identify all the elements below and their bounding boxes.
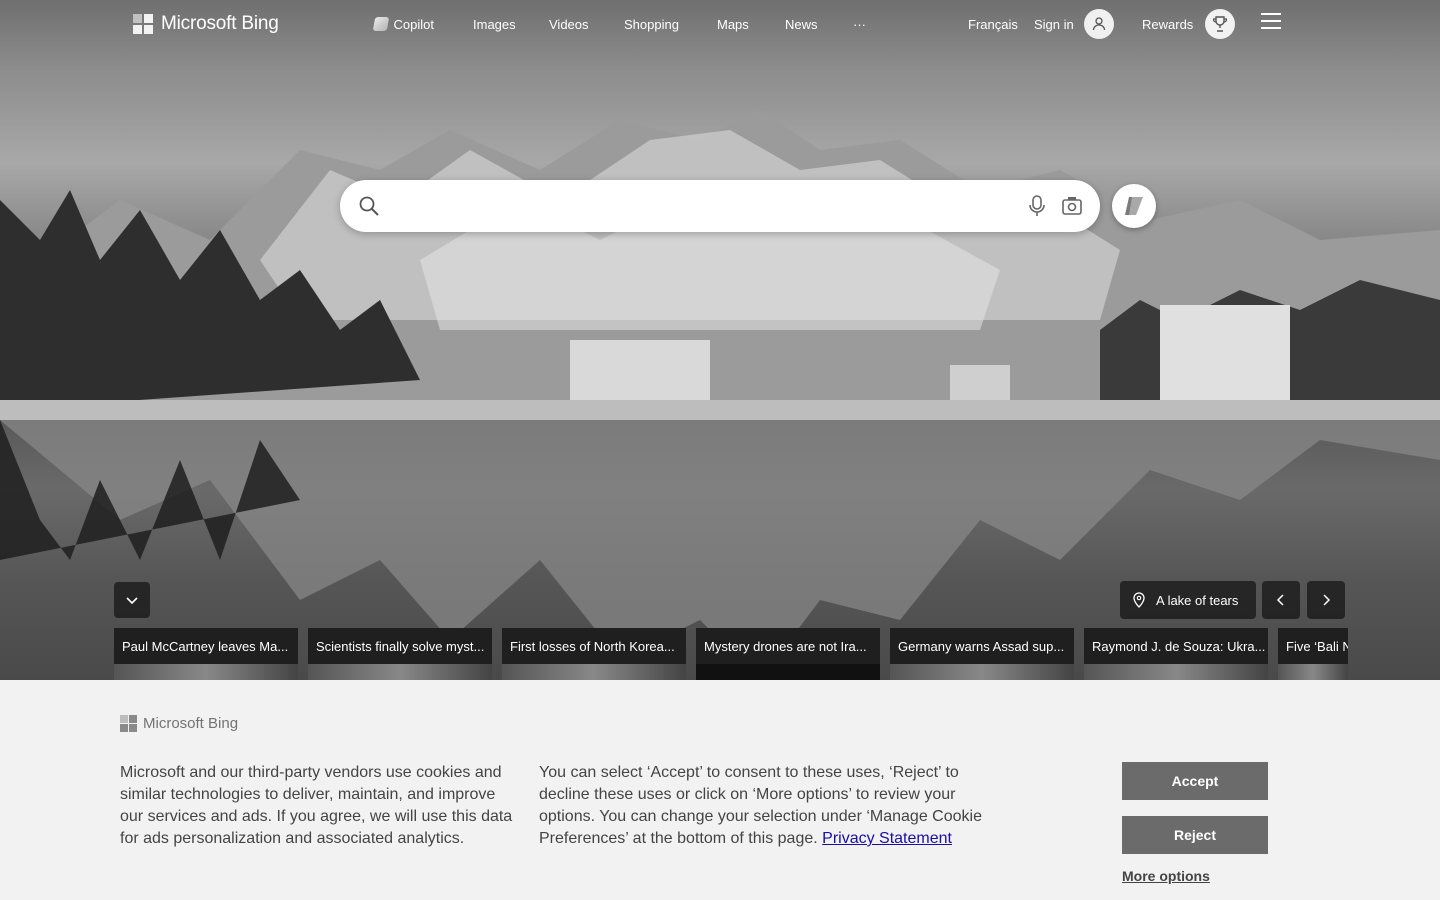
microsoft-logo-icon (133, 14, 153, 34)
news-card-title: Mystery drones are not Ira... (696, 628, 880, 664)
microsoft-logo-icon (120, 715, 137, 732)
news-card[interactable]: Paul McCartney leaves Ma... (114, 628, 298, 680)
news-card[interactable]: Germany warns Assad sup... (890, 628, 1074, 680)
news-card-thumbnail (1084, 664, 1268, 680)
image-location-button[interactable]: A lake of tears (1120, 581, 1256, 619)
news-card-title: First losses of North Korea... (502, 628, 686, 664)
chevron-right-icon (1323, 594, 1331, 606)
image-location-label: A lake of tears (1156, 592, 1239, 608)
news-card-title: Germany warns Assad sup... (890, 628, 1074, 664)
trophy-icon (1205, 9, 1236, 39)
news-card-thumbnail (1278, 664, 1348, 680)
copilot-icon (1125, 197, 1143, 215)
nav-images[interactable]: Images (471, 4, 516, 44)
news-card-title: Paul McCartney leaves Ma... (114, 628, 298, 664)
chevron-down-icon (126, 597, 138, 605)
nav-copilot-label: Copilot (393, 16, 434, 32)
news-card-title: Raymond J. de Souza: Ukra... (1084, 628, 1268, 664)
news-card-title: Five ‘Bali N (1278, 628, 1348, 664)
hamburger-menu-icon[interactable] (1261, 6, 1281, 36)
nav-news-label: News (785, 16, 818, 32)
accept-cookies-button[interactable]: Accept (1122, 762, 1268, 800)
news-card[interactable]: Raymond J. de Souza: Ukra... (1084, 628, 1268, 680)
more-options-link[interactable]: More options (1122, 868, 1210, 884)
copilot-button[interactable] (1112, 184, 1156, 228)
more-dots-icon: ··· (853, 16, 866, 32)
news-card[interactable]: First losses of North Korea... (502, 628, 686, 680)
nav-videos[interactable]: Videos (547, 4, 589, 44)
news-card-thumbnail (114, 664, 298, 680)
search-icon[interactable] (358, 195, 380, 217)
microphone-icon[interactable] (1026, 194, 1048, 218)
visual-search-icon[interactable] (1060, 194, 1084, 218)
nav-news[interactable]: News (783, 4, 818, 44)
chevron-left-icon (1276, 594, 1284, 606)
nav-shopping-label: Shopping (624, 16, 679, 32)
sign-in-button[interactable]: Sign in (1034, 6, 1114, 42)
cookie-banner-logo: Microsoft Bing (120, 715, 238, 732)
search-box (340, 180, 1100, 232)
nav-images-label: Images (473, 16, 516, 32)
news-card-thumbnail (890, 664, 1074, 680)
nav-shopping[interactable]: Shopping (622, 4, 680, 44)
nav-maps[interactable]: Maps (715, 4, 749, 44)
cookie-consent-banner: Microsoft Bing Microsoft and our third-p… (0, 680, 1440, 900)
cookie-banner-brand: Microsoft Bing (143, 715, 239, 732)
background-image (0, 0, 1440, 680)
nav-more[interactable]: ··· (851, 4, 871, 44)
location-pin-icon (1133, 592, 1145, 608)
language-switch-link[interactable]: Français (968, 10, 1018, 38)
scope-navigation: Copilot Images Videos Shopping Maps News… (372, 4, 871, 44)
next-image-button[interactable] (1307, 581, 1345, 619)
brand-name: Microsoft Bing (161, 13, 279, 34)
collapse-feed-button[interactable] (114, 582, 150, 618)
cookie-description: Microsoft and our third-party vendors us… (120, 764, 513, 847)
rewards-button[interactable]: Rewards (1130, 4, 1244, 44)
top-navigation-bar: Microsoft Bing Copilot Images Videos Sho… (0, 0, 1440, 60)
search-input[interactable] (390, 195, 1016, 217)
bing-logo[interactable]: Microsoft Bing (133, 10, 279, 38)
previous-image-button[interactable] (1262, 581, 1300, 619)
privacy-statement-link[interactable]: Privacy Statement (822, 830, 952, 847)
user-avatar-icon (1083, 9, 1114, 39)
news-card-thumbnail (502, 664, 686, 680)
landscape-illustration (0, 110, 1440, 680)
news-card-thumbnail (696, 664, 880, 680)
nav-videos-label: Videos (549, 16, 589, 32)
cookie-options-text: You can select ‘Accept’ to consent to th… (539, 762, 989, 850)
news-card-thumbnail (308, 664, 492, 680)
reject-cookies-button[interactable]: Reject (1122, 816, 1268, 854)
news-card[interactable]: Mystery drones are not Ira... (696, 628, 880, 680)
nav-copilot[interactable]: Copilot (372, 4, 436, 44)
sign-in-label: Sign in (1034, 16, 1074, 32)
news-card[interactable]: Five ‘Bali N (1278, 628, 1348, 680)
news-carousel: Paul McCartney leaves Ma... Scientists f… (114, 628, 1348, 680)
news-card[interactable]: Scientists finally solve myst... (308, 628, 492, 680)
copilot-icon (372, 17, 389, 31)
rewards-label: Rewards (1142, 16, 1194, 32)
nav-maps-label: Maps (717, 16, 749, 32)
news-card-title: Scientists finally solve myst... (308, 628, 492, 664)
